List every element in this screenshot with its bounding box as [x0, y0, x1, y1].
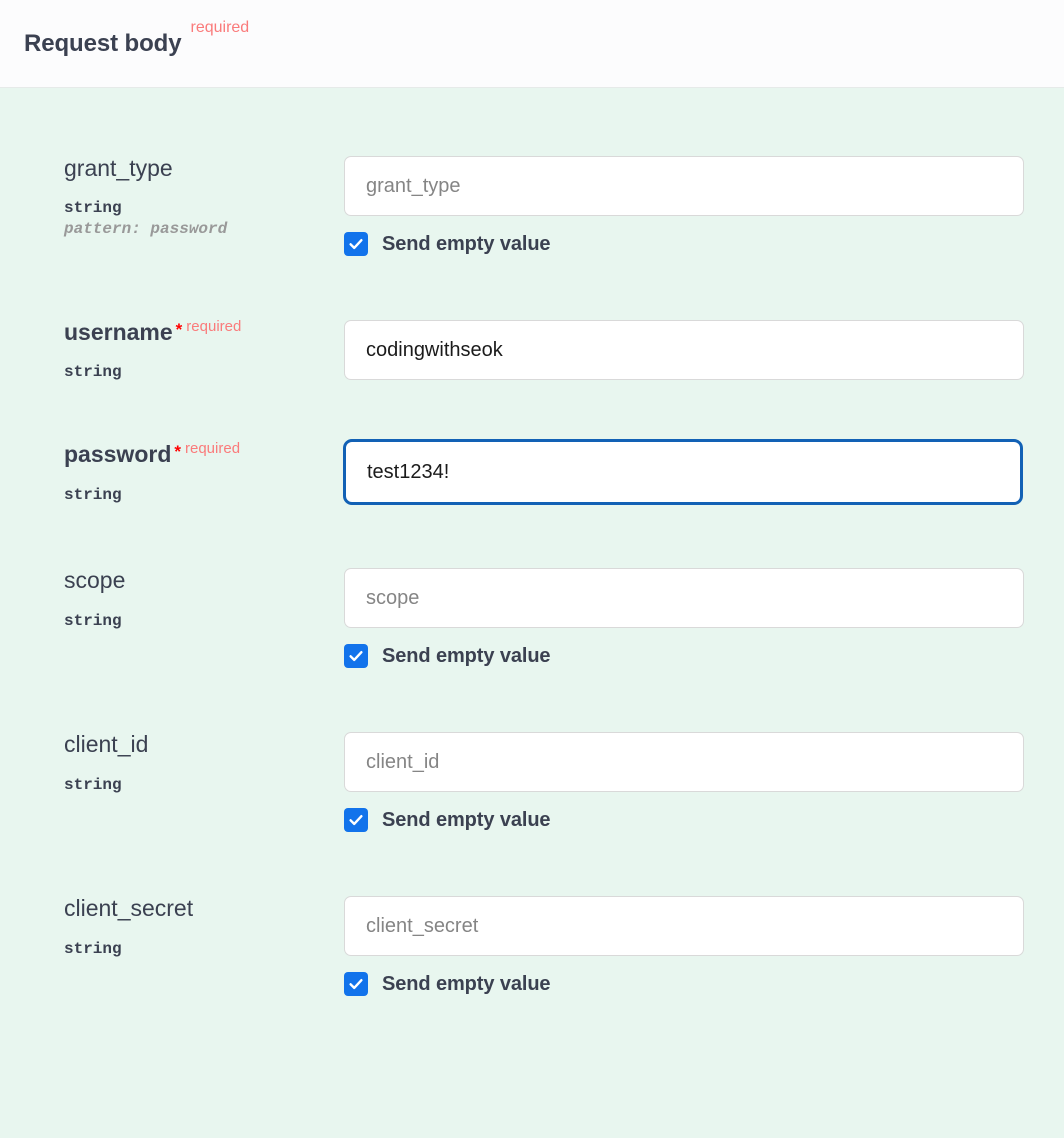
parameter-row: password * required string	[0, 439, 1064, 508]
send-empty-value-row[interactable]: Send empty value	[344, 972, 1024, 997]
send-empty-value-row[interactable]: Send empty value	[344, 808, 1024, 833]
input-client_secret[interactable]	[344, 896, 1024, 957]
parameter-name-scope: scope	[64, 568, 344, 593]
parameter-name-text: client_secret	[64, 895, 194, 922]
parameter-row: grant_typestring pattern: password Send em…	[0, 155, 1064, 256]
parameter-name-text: username	[64, 319, 173, 345]
request-body-required-badge: required	[190, 19, 250, 36]
send-empty-value-row[interactable]: Send empty value	[344, 644, 1024, 669]
required-asterisk-icon: *	[175, 320, 183, 339]
parameter-control-client_id: Send empty value	[344, 732, 1064, 833]
parameter-name-client_id: client_id	[64, 732, 344, 757]
send-empty-value-label: Send empty value	[382, 232, 551, 255]
send-empty-value-label: Send empty value	[382, 808, 551, 831]
required-asterisk-icon: *	[174, 442, 181, 462]
send-empty-value-checkbox[interactable]	[344, 808, 368, 833]
row-spacer	[0, 668, 1064, 732]
row-spacer	[0, 382, 1064, 442]
input-password[interactable]	[343, 439, 1023, 506]
parameter-control-password	[343, 439, 1064, 508]
parameter-type: string	[64, 485, 122, 504]
parameter-control-scope: Send empty value	[344, 568, 1064, 669]
parameter-info-password: password * required string	[0, 440, 344, 504]
input-grant_type[interactable]	[344, 156, 1024, 216]
send-empty-value-label: Send empty value	[382, 644, 551, 667]
required-label: required	[185, 440, 241, 458]
parameter-info-username: username * required string	[0, 318, 344, 382]
input-username[interactable]	[344, 320, 1024, 380]
row-spacer	[0, 508, 1064, 568]
send-empty-value-checkbox[interactable]	[344, 644, 368, 669]
parameter-info-scope: scope string	[0, 568, 344, 630]
parameter-type: string	[64, 939, 122, 958]
parameter-type: string	[64, 199, 122, 218]
parameter-row: scope string Send empty value	[0, 568, 1064, 669]
row-spacer	[0, 256, 1064, 320]
parameter-name-username: username * required	[64, 318, 344, 345]
send-empty-value-row[interactable]: Send empty value	[344, 232, 1024, 256]
page-title: Request body	[24, 29, 182, 57]
parameter-name-text: grant_type	[64, 155, 173, 181]
parameter-control-grant_type: Send empty value	[344, 156, 1064, 256]
row-spacer	[0, 832, 1064, 896]
parameter-row: client_secretstring Send empty value	[0, 896, 1064, 997]
parameter-row: username * required string	[0, 318, 1064, 382]
parameter-control-username	[344, 320, 1064, 380]
send-empty-value-label: Send empty value	[382, 972, 551, 995]
parameter-name-password: password * required	[64, 440, 344, 468]
send-empty-value-checkbox[interactable]	[344, 972, 368, 997]
parameter-name-grant_type: grant_type	[64, 155, 344, 181]
parameter-pattern: pattern: password	[64, 220, 228, 239]
parameter-type: string	[64, 363, 122, 382]
input-client_id[interactable]	[344, 732, 1024, 793]
parameter-info-client_secret: client_secretstring	[0, 896, 344, 958]
request-body-header: Request body required	[0, 0, 1064, 88]
send-empty-value-checkbox[interactable]	[344, 232, 368, 256]
parameter-info-grant_type: grant_typestring pattern: password	[0, 155, 344, 239]
parameter-info-client_id: client_idstring	[0, 732, 344, 794]
parameter-type: string	[64, 611, 122, 630]
input-scope[interactable]	[344, 568, 1024, 629]
parameter-name-client_secret: client_secret	[64, 896, 344, 921]
parameter-row: client_idstring Send empty value	[0, 732, 1064, 833]
parameter-name-text: client_id	[64, 731, 149, 758]
request-body-parameters: grant_typestring pattern: password Send em…	[0, 88, 1064, 1138]
parameter-type: string	[64, 775, 122, 794]
parameter-name-text: password	[64, 441, 172, 468]
parameter-name-text: scope	[64, 567, 126, 594]
parameter-control-client_secret: Send empty value	[344, 896, 1064, 997]
required-label: required	[186, 318, 242, 335]
